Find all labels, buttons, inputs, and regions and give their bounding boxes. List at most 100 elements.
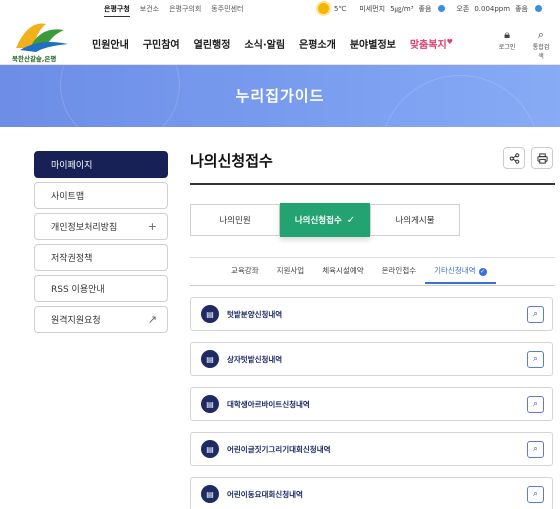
search-icon: ⌕ — [537, 28, 545, 41]
page-title: 나의신청접수 — [190, 152, 273, 170]
subtab-sports[interactable]: 체육시설예약 — [313, 264, 372, 284]
sidebar-item-label: 마이페이지 — [51, 161, 93, 171]
tab-label: 나의게시물 — [395, 216, 435, 226]
main-nav-item[interactable]: 구민참여 — [143, 36, 180, 51]
search-icon: ⌕ — [532, 444, 539, 454]
subtab-online[interactable]: 온라인접수 — [373, 264, 426, 284]
lock-icon: 🔒︎ — [504, 28, 510, 41]
dust-status: 좋음 — [418, 4, 432, 13]
list-item-label: 상자텃밭신청내역 — [227, 354, 283, 364]
subtab-label: 지원사업 — [276, 266, 305, 275]
application-list: ▤ 텃밭분양신청내역 ⌕ ▤ 상자텃밭신청내역 ⌕ ▤ 대학생아르바이트신청내역… — [190, 297, 553, 509]
subtab-education[interactable]: 교육강좌 — [222, 264, 268, 284]
document-icon: ▤ — [201, 395, 219, 413]
view-search-button[interactable]: ⌕ — [527, 485, 544, 503]
search-label: 통합검색 — [532, 44, 550, 60]
sidebar-item-sitemap[interactable]: 사이트맵 — [34, 182, 168, 209]
top-nav-item[interactable]: 보건소 — [140, 4, 159, 17]
document-icon: ▤ — [201, 485, 219, 503]
main-nav-item[interactable]: 은평소개 — [299, 36, 336, 51]
weather-temp: 5℃ — [334, 4, 347, 13]
list-item-label: 어린이글짓기그리기대회신청내역 — [227, 444, 331, 454]
tab-bar: 나의민원 나의신청접수 ✓ 나의게시물 — [190, 203, 460, 237]
search-icon: ⌕ — [532, 489, 539, 499]
subtab-label: 체육시설예약 — [322, 266, 364, 275]
ozone-status: 좋음 — [515, 4, 528, 13]
weather-info: 5℃ 미세먼지 5㎍/m³ 좋음 오존 0.004ppm 좋음 — [318, 3, 542, 14]
main-nav-item[interactable]: 민원안내 — [92, 36, 129, 51]
ozone-label: 오존 — [456, 4, 470, 13]
logo[interactable]: 북한산갈숲,은평 — [6, 10, 76, 63]
sidebar: 마이페이지 사이트맵 개인정보처리방침 + 저작권정책 RSS 이용안내 원격지원… — [34, 151, 168, 337]
list-item[interactable]: ▤ 텃밭분양신청내역 ⌕ — [190, 297, 553, 331]
tab-label: 나의신청접수 — [294, 216, 342, 226]
sidebar-item-label: 사이트맵 — [51, 192, 85, 202]
sidebar-item-label: 개인정보처리방침 — [51, 223, 118, 233]
top-nav: 은평구청 보건소 은평구의회 동주민센터 — [104, 4, 244, 17]
external-link-icon: ↗ — [147, 313, 157, 326]
tab-label: 나의민원 — [219, 216, 251, 226]
status-dot-icon — [438, 5, 446, 12]
search-icon: ⌕ — [532, 399, 539, 409]
login-button[interactable]: 🔒︎ 로그인 — [496, 28, 518, 60]
check-circle-icon: ✓ — [478, 268, 487, 276]
status-dot-icon — [534, 5, 542, 12]
main-nav-item[interactable]: 소식·알림 — [244, 36, 285, 51]
ozone-value: 0.004ppm — [474, 4, 511, 13]
login-label: 로그인 — [498, 44, 516, 51]
sidebar-item-mypage[interactable]: 마이페이지 — [34, 151, 168, 178]
list-item[interactable]: ▤ 어린이글짓기그리기대회신청내역 ⌕ — [190, 432, 553, 466]
sidebar-item-rss[interactable]: RSS 이용안내 — [34, 275, 168, 302]
tab-my-applications[interactable]: 나의신청접수 ✓ — [280, 203, 370, 237]
subtab-support[interactable]: 지원사업 — [268, 264, 314, 284]
dust-value: 5㎍/m³ — [390, 4, 414, 13]
share-button[interactable] — [503, 147, 525, 169]
subtabs-top-divider — [190, 257, 555, 258]
tab-my-posts[interactable]: 나의게시물 — [370, 204, 460, 236]
search-icon: ⌕ — [532, 309, 539, 319]
subtab-label: 온라인접수 — [381, 266, 417, 275]
main-nav-label: 맞춤복지 — [409, 40, 447, 51]
list-item[interactable]: ▤ 어린이동요대회신청내역 ⌕ — [190, 477, 553, 509]
list-item-label: 텃밭분양신청내역 — [227, 309, 283, 319]
top-utility-bar: 은평구청 보건소 은평구의회 동주민센터 5℃ 미세먼지 5㎍/m³ 좋음 오존… — [0, 0, 560, 20]
subtab-label: 교육강좌 — [231, 266, 259, 275]
subtab-other[interactable]: 기타신청내역 ✓ — [425, 264, 496, 284]
page-banner: 누리집가이드 — [0, 65, 560, 127]
search-button[interactable]: ⌕ 통합검색 — [530, 28, 552, 60]
print-button[interactable] — [531, 147, 553, 169]
view-search-button[interactable]: ⌕ — [527, 305, 544, 323]
sun-icon — [318, 3, 329, 14]
view-search-button[interactable]: ⌕ — [527, 350, 544, 368]
utility-icons: 🔒︎ 로그인 ⌕ 통합검색 ☰ 전 — [496, 28, 560, 60]
logo-text: 북한산갈숲,은평 — [12, 55, 57, 63]
subtab-label: 기타신청내역 — [434, 266, 476, 275]
dust-label: 미세먼지 — [359, 4, 386, 13]
list-item[interactable]: ▤ 상자텃밭신청내역 ⌕ — [190, 342, 553, 376]
document-icon: ▤ — [201, 350, 219, 368]
sidebar-item-label: 저작권정책 — [51, 254, 93, 264]
top-nav-item[interactable]: 동주민센터 — [211, 4, 243, 17]
top-nav-item[interactable]: 은평구청 — [104, 4, 130, 17]
sidebar-item-label: 원격지원요청 — [51, 316, 101, 326]
sidebar-item-privacy[interactable]: 개인정보처리방침 + — [34, 213, 168, 240]
main-nav-item-welfare[interactable]: 맞춤복지♥ — [410, 36, 453, 51]
main-nav-item[interactable]: 열린행정 — [194, 36, 231, 51]
list-item-label: 어린이동요대회신청내역 — [227, 489, 303, 499]
list-item[interactable]: ▤ 대학생아르바이트신청내역 ⌕ — [190, 387, 553, 421]
sidebar-item-copyright[interactable]: 저작권정책 — [34, 244, 168, 271]
heart-icon: ♥ — [446, 38, 453, 46]
top-nav-item[interactable]: 은평구의회 — [169, 4, 201, 17]
tab-my-complaints[interactable]: 나의민원 — [190, 204, 280, 236]
view-search-button[interactable]: ⌕ — [527, 395, 544, 413]
sidebar-item-remote-support[interactable]: 원격지원요청 ↗ — [34, 306, 168, 333]
main-nav: 민원안내 구민참여 열린행정 소식·알림 은평소개 분야별정보 맞춤복지♥ — [92, 36, 453, 51]
banner-title: 누리집가이드 — [235, 87, 325, 105]
print-icon — [536, 152, 548, 164]
title-divider — [190, 183, 555, 185]
main-nav-item[interactable]: 분야별정보 — [350, 36, 396, 51]
sidebar-item-label: RSS 이용안내 — [51, 285, 105, 295]
view-search-button[interactable]: ⌕ — [527, 440, 544, 458]
plus-icon: + — [147, 220, 157, 233]
logo-mark-icon — [16, 23, 68, 52]
